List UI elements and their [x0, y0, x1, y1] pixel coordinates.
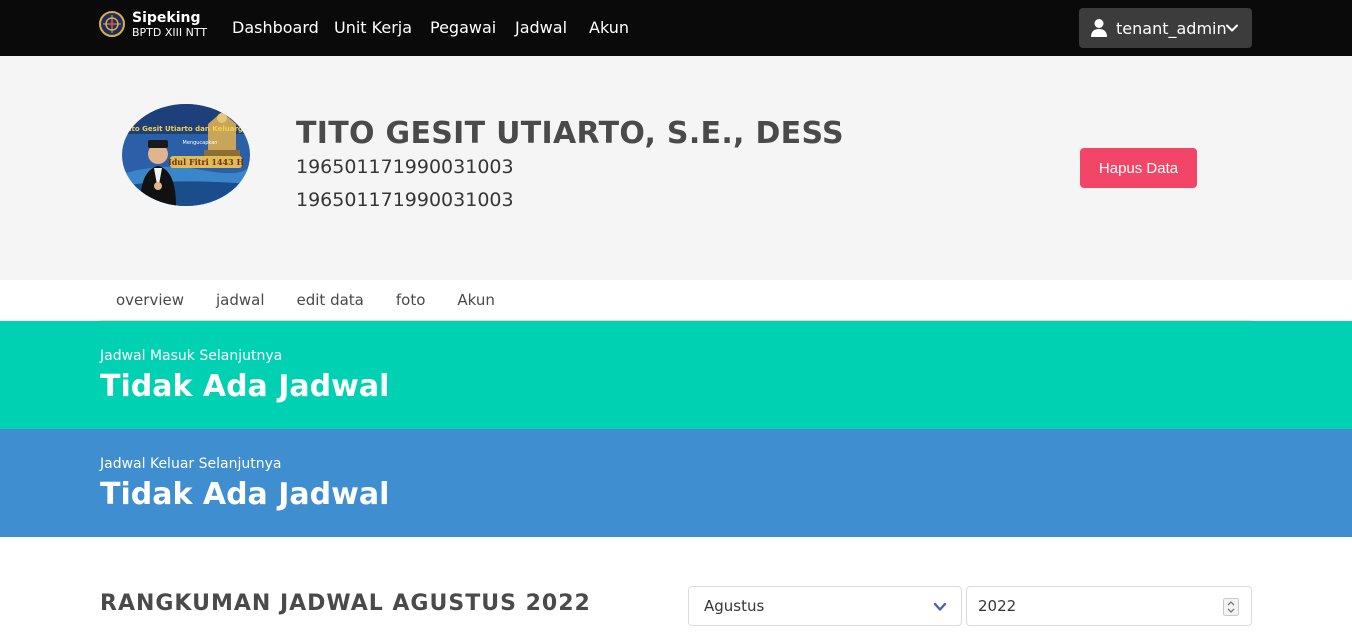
- brand-name: Sipeking: [132, 10, 201, 26]
- schedule-summary-title: RANGKUMAN JADWAL AGUSTUS 2022: [100, 591, 591, 616]
- tab-jadwal[interactable]: jadwal: [200, 280, 281, 320]
- user-name: tenant_admin: [1116, 18, 1227, 38]
- nav-item-unit-kerja[interactable]: Unit Kerja: [334, 18, 412, 38]
- next-in-value: Tidak Ada Jadwal: [100, 369, 390, 404]
- chevron-down-icon: [1226, 24, 1238, 32]
- year-input[interactable]: 2022: [966, 586, 1252, 626]
- number-spinner-icon[interactable]: [1223, 598, 1239, 616]
- brand-link[interactable]: Sipeking BPTD XIII NTT: [99, 9, 207, 39]
- photo-top-text: Tito Gesit Utiarto dan Keluarga: [124, 125, 248, 133]
- brand-subtitle: BPTD XIII NTT: [132, 26, 208, 39]
- month-select[interactable]: Agustus: [688, 586, 962, 626]
- agency-logo-icon: [99, 11, 125, 37]
- user-menu-button[interactable]: tenant_admin: [1079, 8, 1252, 48]
- navbar: Sipeking BPTD XIII NTT Dashboard Unit Ke…: [0, 0, 1352, 56]
- nav-item-pegawai[interactable]: Pegawai: [430, 18, 496, 38]
- profile-photo[interactable]: Tito Gesit Utiarto dan Keluarga Mengucap…: [122, 104, 250, 206]
- user-icon: [1091, 19, 1107, 37]
- nav-item-akun[interactable]: Akun: [589, 18, 629, 38]
- photo-mid-text: Mengucapkan: [183, 140, 218, 146]
- nav-item-dashboard[interactable]: Dashboard: [232, 18, 319, 38]
- delete-data-button[interactable]: Hapus Data: [1080, 148, 1197, 188]
- profile-tabs: overview jadwal edit data foto Akun: [100, 280, 1252, 321]
- nav-item-jadwal[interactable]: Jadwal: [515, 18, 567, 38]
- next-in-schedule-banner: Jadwal Masuk Selanjutnya Tidak Ada Jadwa…: [0, 321, 1352, 429]
- next-out-value: Tidak Ada Jadwal: [100, 477, 390, 512]
- tab-edit-data[interactable]: edit data: [281, 280, 380, 320]
- employee-name: TITO GESIT UTIARTO, S.E., DESS: [296, 116, 844, 151]
- employee-nip: 196501171990031003: [296, 156, 514, 178]
- month-select-value: Agustus: [704, 597, 765, 615]
- tab-akun[interactable]: Akun: [441, 280, 511, 320]
- chevron-down-icon: [933, 602, 947, 611]
- photo-main-text: Idul Fitri 1443 H: [168, 157, 244, 167]
- next-in-label: Jadwal Masuk Selanjutnya: [100, 348, 283, 364]
- next-out-schedule-banner: Jadwal Keluar Selanjutnya Tidak Ada Jadw…: [0, 429, 1352, 537]
- tab-overview[interactable]: overview: [100, 280, 200, 320]
- employee-nip-secondary: 196501171990031003: [296, 189, 514, 211]
- tab-foto[interactable]: foto: [380, 280, 442, 320]
- next-out-label: Jadwal Keluar Selanjutnya: [100, 456, 282, 472]
- year-input-value: 2022: [978, 597, 1017, 615]
- profile-hero: Tito Gesit Utiarto dan Keluarga Mengucap…: [0, 56, 1352, 280]
